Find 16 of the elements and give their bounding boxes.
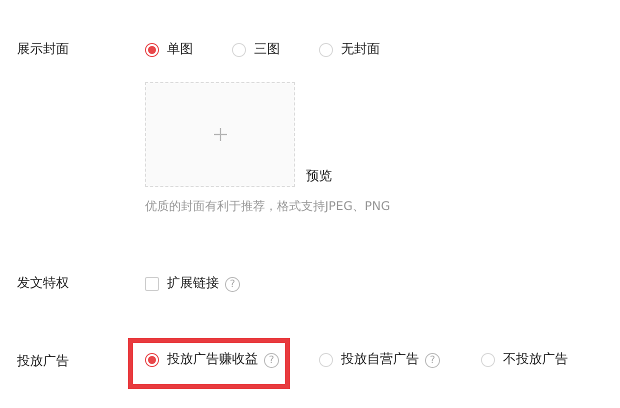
checkbox[interactable] <box>145 277 159 291</box>
checkbox-option[interactable]: 扩展链接 ? <box>145 274 240 294</box>
field-label: 发文特权 <box>17 275 70 293</box>
radio-option[interactable]: 单图 <box>145 40 232 60</box>
radio-option[interactable]: 无封面 <box>319 40 406 60</box>
radio-option[interactable]: 不投放广告 <box>481 350 568 370</box>
preview-link[interactable]: 预览 <box>306 168 332 186</box>
hint-text: 优质的封面有利于推荐，格式支持JPEG、PNG <box>145 198 392 214</box>
field-label: 投放广告 <box>17 353 70 371</box>
radio-button[interactable] <box>145 43 159 57</box>
field-label: 展示封面 <box>17 41 70 59</box>
radio-button[interactable] <box>145 353 159 367</box>
radio-option[interactable]: 三图 <box>232 40 319 60</box>
upload-box[interactable] <box>145 82 295 187</box>
plus-icon <box>214 128 226 141</box>
radio-option[interactable]: 投放广告赚收益 ? <box>145 350 279 370</box>
